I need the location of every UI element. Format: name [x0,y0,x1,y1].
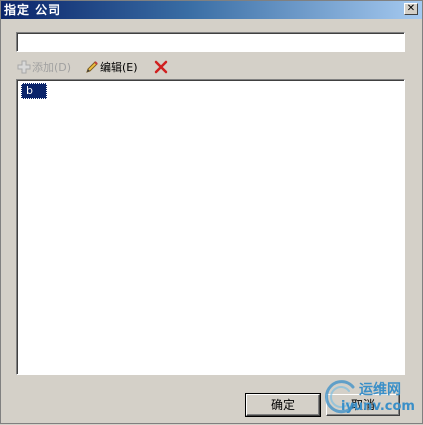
cancel-button-label: 取消 [350,398,375,412]
plus-icon [16,59,32,75]
edit-button-label: 编辑(E) [100,61,138,74]
company-name-input[interactable] [16,32,405,52]
title-bar[interactable]: 指定 公司 ✕ [1,1,422,19]
cancel-button[interactable]: 取消 [326,394,400,416]
add-button-label: 添加(D) [32,61,72,74]
add-button[interactable]: 添加(D) [16,58,71,76]
delete-button[interactable] [153,58,169,76]
company-list[interactable]: b [16,79,405,375]
ok-button[interactable]: 确定 [245,393,321,417]
list-item-label: b [26,84,33,97]
dialog-title: 指定 公司 [4,3,62,17]
pencil-icon [84,59,100,75]
ok-button-label: 确定 [270,398,295,412]
edit-button[interactable]: 编辑(E) [84,58,138,76]
list-item[interactable]: b [21,83,47,99]
close-icon: ✕ [406,3,416,14]
assign-company-dialog: 指定 公司 ✕ 添加(D) 编辑(E) b 确定 取消 运维网 iyunv.co… [0,0,423,424]
red-x-icon [153,59,169,75]
close-button[interactable]: ✕ [404,3,418,15]
